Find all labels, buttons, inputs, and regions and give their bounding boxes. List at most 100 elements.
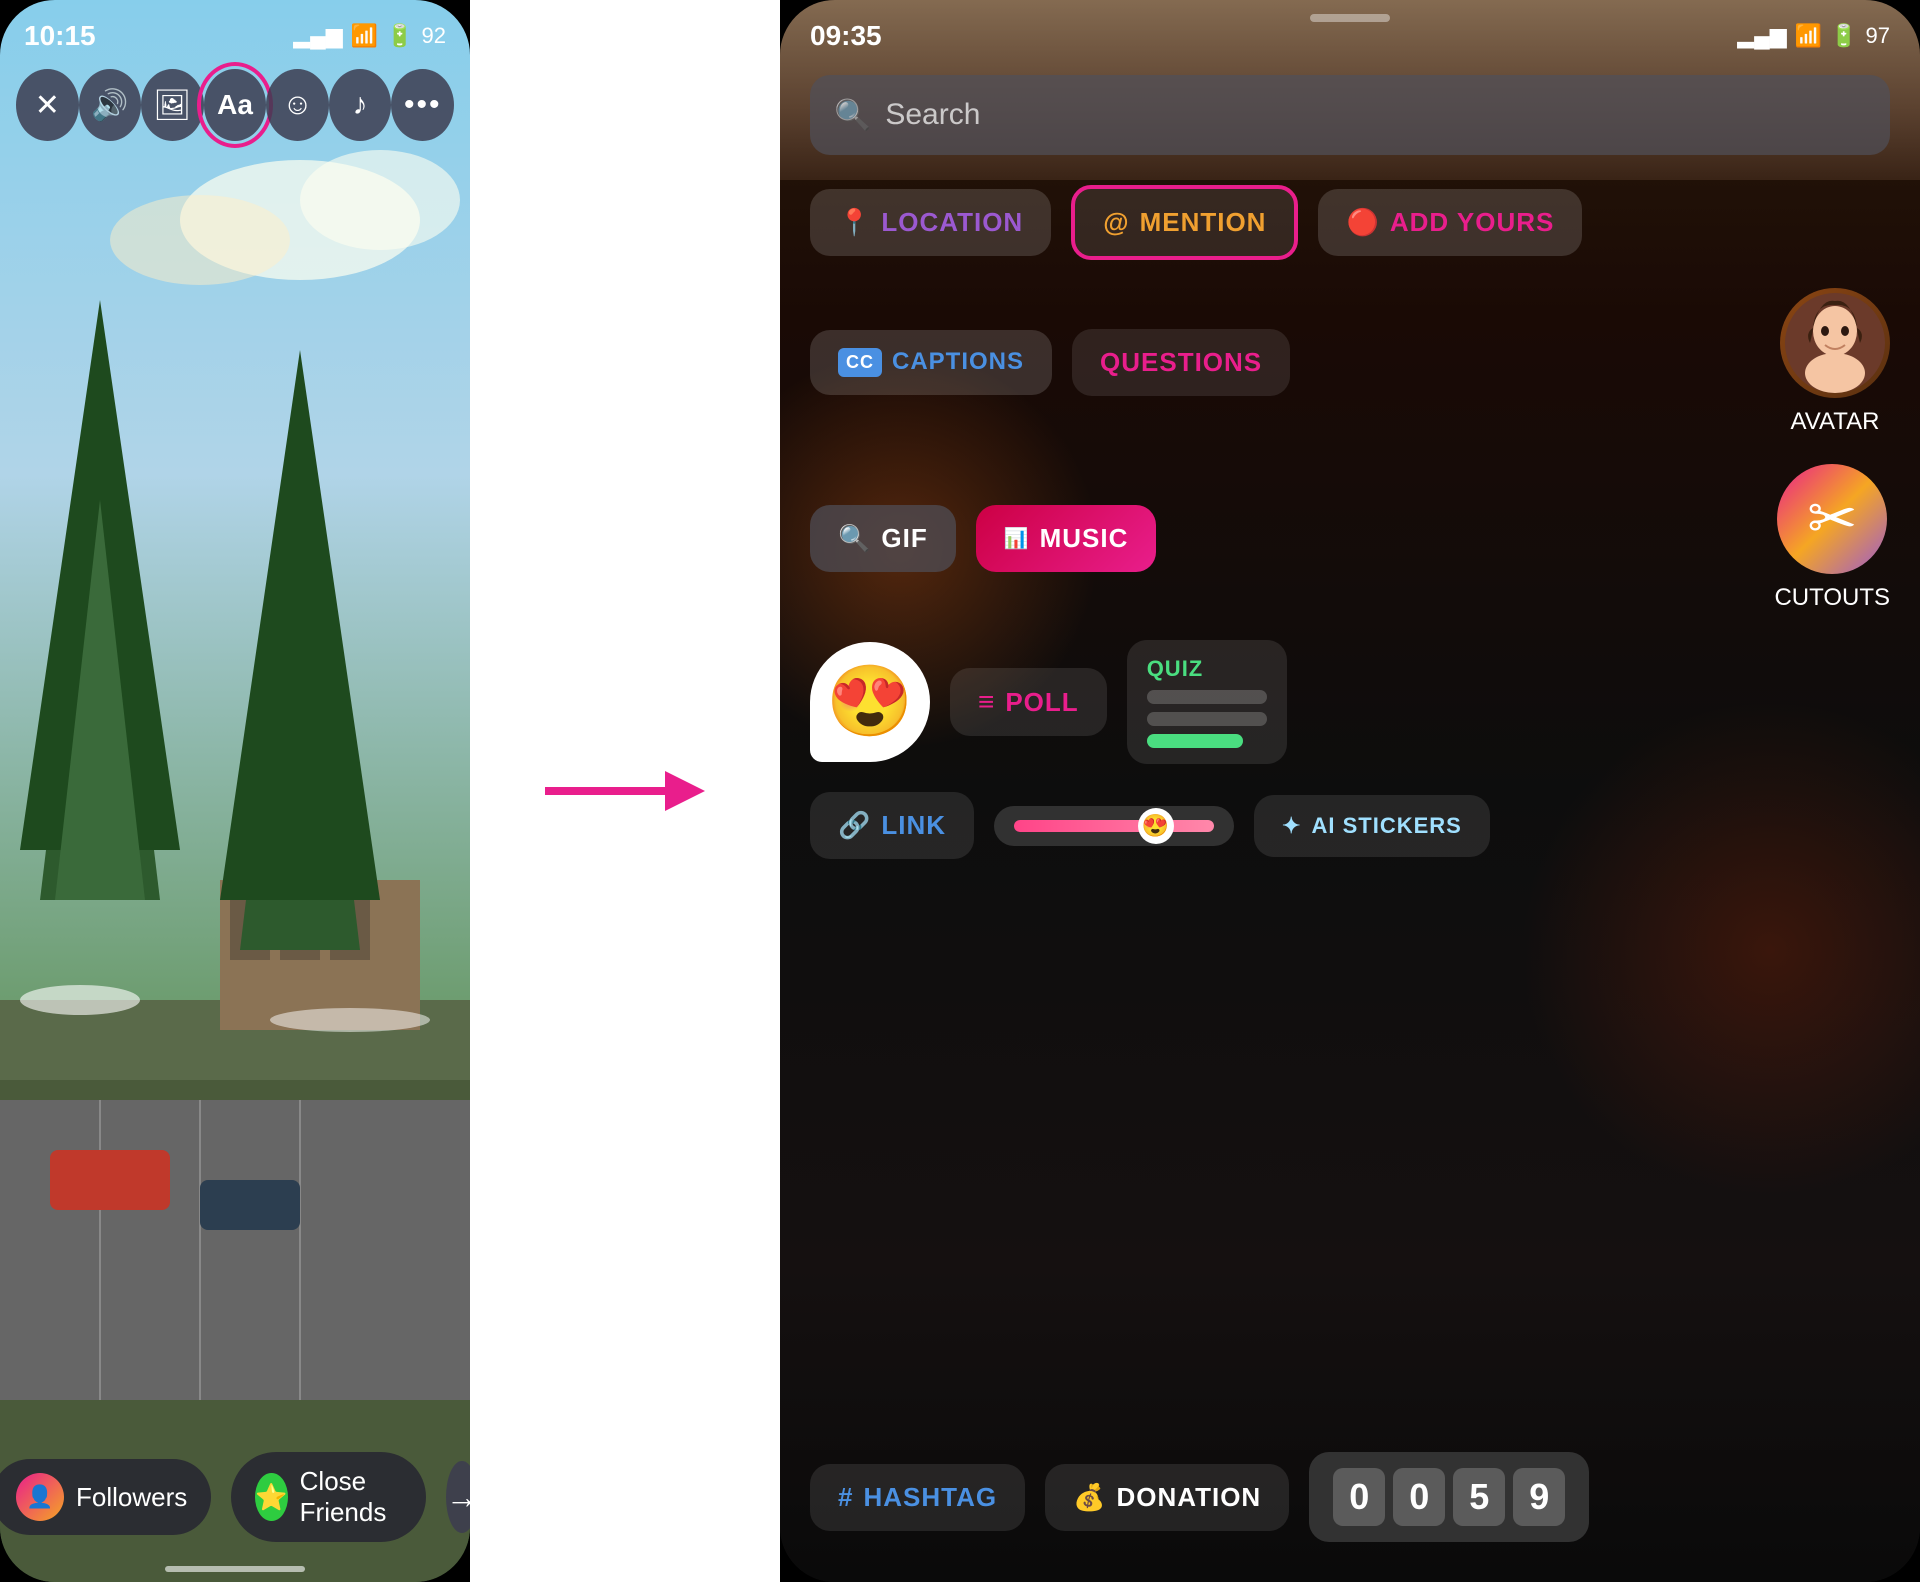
captions-icon: CC — [838, 348, 882, 377]
quiz-label: QUIZ — [1147, 656, 1267, 682]
link-icon: 🔗 — [838, 810, 871, 841]
battery-icon-right: 🔋 — [1830, 23, 1857, 49]
hashtag-sticker[interactable]: # HASHTAG — [810, 1464, 1025, 1531]
sticker-row-4: 😍 ≡ POLL QUIZ — [810, 640, 1890, 764]
gallery-icon: 🖼 — [153, 88, 191, 123]
arrow-svg — [545, 761, 705, 821]
countdown-d2: 0 — [1393, 1468, 1445, 1526]
left-panel: 10:15 ▂▄▆ 📶 🔋 92 ✕ 🔊 🖼 Aa ☺ — [0, 0, 470, 1582]
quiz-bar-1 — [1147, 690, 1267, 704]
sound-button[interactable]: 🔊 — [79, 69, 142, 141]
location-sticker[interactable]: 📍 LOCATION — [810, 189, 1051, 256]
poll-sticker[interactable]: ≡ POLL — [950, 668, 1107, 736]
music-button[interactable]: ♪ — [329, 69, 392, 141]
toolbar-left: ✕ 🔊 🖼 Aa ☺ ♪ ••• — [0, 55, 470, 155]
wifi-icon-left: 📶 — [351, 23, 378, 49]
followers-label: Followers — [76, 1482, 187, 1513]
sticker-row-1: 📍 LOCATION @ MENTION 🔴 ADD YOURS — [810, 185, 1890, 260]
close-friends-button[interactable]: ⭐ Close Friends — [231, 1452, 426, 1542]
countdown-d3: 5 — [1453, 1468, 1505, 1526]
link-sticker[interactable]: 🔗 LINK — [810, 792, 974, 859]
sticker-row-3: 🔍 GIF 📊 MUSIC ✂ CUTOUTS — [810, 464, 1890, 612]
avatar-sticker[interactable] — [1780, 288, 1890, 398]
ai-stickers-sticker[interactable]: ✦ AI STICKERS — [1254, 795, 1490, 857]
quiz-bar-active — [1147, 734, 1243, 748]
time-right: 09:35 — [810, 20, 882, 52]
avatar-col: AVATAR — [1780, 288, 1890, 436]
signal-icon-left: ▂▄▆ — [293, 23, 342, 49]
gif-search-icon: 🔍 — [838, 523, 871, 554]
location-icon: 📍 — [838, 207, 871, 238]
emoji-slider-track: 😍 — [1014, 820, 1214, 832]
donation-sticker[interactable]: 💰 DONATION — [1045, 1464, 1289, 1531]
direction-arrow — [545, 761, 705, 821]
close-friends-label: Close Friends — [300, 1466, 402, 1528]
next-button[interactable]: → — [446, 1461, 470, 1533]
mention-label: MENTION — [1140, 207, 1267, 238]
captions-label: CAPTIONS — [892, 348, 1024, 376]
music-bars-icon: 📊 — [1004, 526, 1030, 551]
emoji-reaction-sticker[interactable]: 😍 — [810, 642, 930, 762]
home-indicator-left — [165, 1566, 305, 1572]
close-button[interactable]: ✕ — [16, 69, 79, 141]
arrow-icon: → — [446, 1479, 470, 1516]
emoji-reaction-icon: 😍 — [826, 661, 913, 743]
sticker-row-5: 🔗 LINK 😍 ✦ AI STICKERS — [810, 792, 1890, 859]
cutouts-sticker[interactable]: ✂ — [1777, 464, 1887, 574]
mention-sticker[interactable]: @ MENTION — [1071, 185, 1298, 260]
status-bar-left: 10:15 ▂▄▆ 📶 🔋 92 — [0, 0, 470, 60]
middle-area — [470, 0, 780, 1582]
quiz-bar-2 — [1147, 712, 1267, 726]
ai-stickers-icon: ✦ — [1282, 813, 1301, 839]
sound-icon: 🔊 — [91, 88, 128, 123]
green-star-icon: ⭐ — [255, 1473, 287, 1521]
status-bar-right: 09:35 ▂▄▆ 📶 🔋 97 — [780, 0, 1920, 60]
phone-right: 09:35 ▂▄▆ 📶 🔋 97 🔍 Search 📍 LOCATION — [780, 0, 1920, 1582]
wifi-icon-right: 📶 — [1795, 23, 1822, 49]
search-icon: 🔍 — [834, 98, 871, 133]
gif-label: GIF — [881, 523, 927, 554]
countdown-sticker[interactable]: 0 0 5 9 — [1309, 1452, 1589, 1542]
add-yours-label: ADD YOURS — [1390, 207, 1555, 238]
poll-icon: ≡ — [978, 686, 995, 718]
sticker-row-2: CC CAPTIONS QUESTIONS — [810, 288, 1890, 436]
right-panel: 09:35 ▂▄▆ 📶 🔋 97 🔍 Search 📍 LOCATION — [780, 0, 1920, 1582]
emoji-slider-thumb: 😍 — [1138, 808, 1174, 844]
status-icons-left: ▂▄▆ 📶 🔋 92 — [293, 23, 446, 49]
avatar-label: AVATAR — [1791, 408, 1880, 436]
avatar-sticker-col: AVATAR — [1780, 288, 1890, 436]
avatar-small: 👤 — [16, 1473, 64, 1521]
emoji-slider-sticker[interactable]: 😍 — [994, 806, 1234, 846]
mention-icon: @ — [1103, 207, 1129, 238]
countdown-d4: 9 — [1513, 1468, 1565, 1526]
donation-icon: 💰 — [1073, 1482, 1106, 1513]
music-sticker[interactable]: 📊 MUSIC — [976, 505, 1157, 572]
gallery-button[interactable]: 🖼 — [141, 69, 204, 141]
questions-sticker[interactable]: QUESTIONS — [1072, 329, 1290, 396]
sticker-button[interactable]: ☺ — [266, 69, 329, 141]
more-button[interactable]: ••• — [391, 69, 454, 141]
battery-pct-right: 97 — [1866, 23, 1890, 49]
countdown-d1: 0 — [1333, 1468, 1385, 1526]
hashtag-label: HASHTAG — [863, 1482, 997, 1513]
followers-button[interactable]: 👤 Followers — [0, 1459, 211, 1535]
cutouts-label: CUTOUTS — [1774, 584, 1890, 612]
search-placeholder: Search — [885, 98, 980, 132]
battery-icon-left: 🔋 — [386, 23, 413, 49]
text-button[interactable]: Aa — [204, 69, 267, 141]
sticker-icon: ☺ — [282, 88, 313, 122]
cutouts-sticker-col: ✂ CUTOUTS — [1774, 464, 1890, 612]
avatar-face-svg — [1785, 293, 1885, 393]
add-yours-sticker[interactable]: 🔴 ADD YOURS — [1318, 189, 1582, 256]
captions-sticker[interactable]: CC CAPTIONS — [810, 330, 1052, 395]
poll-label: POLL — [1005, 687, 1078, 718]
questions-label: QUESTIONS — [1100, 347, 1262, 378]
gif-sticker[interactable]: 🔍 GIF — [810, 505, 956, 572]
cutouts-icon: ✂ — [1807, 484, 1857, 554]
story-background — [0, 0, 470, 1582]
music-icon: ♪ — [353, 88, 368, 122]
text-icon: Aa — [217, 89, 253, 121]
quiz-sticker[interactable]: QUIZ — [1127, 640, 1287, 764]
search-bar[interactable]: 🔍 Search — [810, 75, 1890, 155]
bottom-sticker-row: # HASHTAG 💰 DONATION 0 0 5 9 — [810, 1452, 1890, 1542]
